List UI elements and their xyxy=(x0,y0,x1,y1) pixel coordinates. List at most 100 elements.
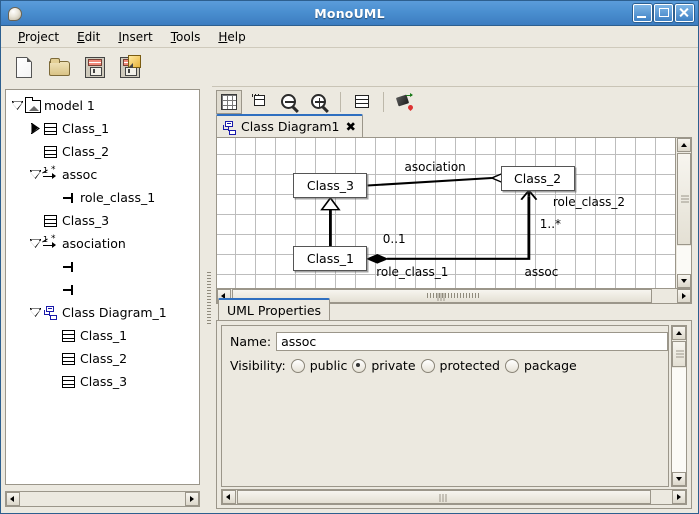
toolbar-separator-1 xyxy=(340,92,341,112)
tree-item-label: Class_2 xyxy=(80,351,128,366)
tree-item[interactable]: Class_2 xyxy=(6,347,199,370)
tree-item[interactable]: 1*asociation xyxy=(6,232,199,255)
diagram-canvas[interactable]: Class_3 Class_2 Class_1 asociation role_cla… xyxy=(217,138,675,288)
visibility-public-radio[interactable] xyxy=(290,358,305,373)
role-icon xyxy=(60,281,77,298)
class-icon xyxy=(60,373,77,390)
menu-tools[interactable]: Tools xyxy=(162,28,210,46)
tree-item-label: assoc xyxy=(62,167,98,182)
visibility-private-radio[interactable] xyxy=(352,358,367,373)
tree-scroll-right[interactable] xyxy=(185,492,199,506)
tab-class-diagram1[interactable]: Class Diagram1 ✖ xyxy=(216,114,363,137)
menu-project-rest: roject xyxy=(25,29,60,44)
properties-form: Name: assoc Visibility: public private p… xyxy=(221,325,669,487)
tree-twisty-right-icon[interactable] xyxy=(28,117,42,140)
tab-uml-properties[interactable]: UML Properties xyxy=(218,298,331,321)
tab-close-icon[interactable]: ✖ xyxy=(345,119,355,134)
minimize-button[interactable] xyxy=(633,4,652,22)
tree-item[interactable]: Class_3 xyxy=(6,209,199,232)
tree-item[interactable]: Class_1 xyxy=(6,117,199,140)
visibility-package-label: package xyxy=(523,358,577,373)
properties-hscrollbar[interactable] xyxy=(221,489,687,505)
grid-icon[interactable] xyxy=(216,90,242,114)
canvas-scroll-down[interactable] xyxy=(676,274,691,288)
diagram-label: role_class_2 xyxy=(552,194,626,209)
class-icon xyxy=(42,143,59,160)
add-class-icon[interactable] xyxy=(246,90,272,114)
list-icon[interactable] xyxy=(349,90,375,114)
menu-help[interactable]: Help xyxy=(209,28,254,46)
tree-item[interactable]: role_class_1 xyxy=(6,186,199,209)
canvas-vscroll-thumb[interactable] xyxy=(676,153,691,245)
visibility-label: Visibility: xyxy=(230,358,286,373)
tree-twisty-down-icon[interactable] xyxy=(10,94,24,117)
new-file-icon[interactable] xyxy=(11,54,37,80)
tree-twisty-down-icon[interactable] xyxy=(28,163,42,186)
properties-hscroll-thumb[interactable] xyxy=(237,490,651,504)
uml-class-box[interactable]: Class_1 xyxy=(293,246,368,272)
visibility-private-label: private xyxy=(371,358,416,373)
menu-edit[interactable]: Edit xyxy=(68,28,109,46)
tree-item-label: Class_1 xyxy=(62,121,110,136)
properties-vscrollbar[interactable] xyxy=(671,325,687,487)
save-as-icon[interactable] xyxy=(116,54,142,80)
visibility-package-radio[interactable] xyxy=(504,358,519,373)
tree-item[interactable] xyxy=(6,255,199,278)
uml-class-box[interactable]: Class_2 xyxy=(500,165,575,191)
open-folder-icon[interactable] xyxy=(46,54,72,80)
role-icon xyxy=(60,189,77,206)
diagram-label: assoc xyxy=(524,264,559,279)
save-icon[interactable] xyxy=(81,54,107,80)
properties-scroll-left[interactable] xyxy=(222,490,236,504)
tree-item[interactable]: Class_1 xyxy=(6,324,199,347)
class-icon xyxy=(42,212,59,229)
canvas-vscroll-track[interactable] xyxy=(676,246,691,274)
properties-vscroll-track[interactable] xyxy=(672,368,686,472)
class-icon xyxy=(60,350,77,367)
class-icon xyxy=(42,120,59,137)
model-tree-pane: model 1Class_1Class_21*assocrole_class_1… xyxy=(1,85,206,513)
diagram-icon xyxy=(221,119,236,135)
tree-item[interactable]: Class_2 xyxy=(6,140,199,163)
monouml-window: MonoUML Project Edit Insert Tools Help m… xyxy=(0,0,699,514)
tree-item-label: Class_1 xyxy=(80,328,128,343)
fill-color-icon[interactable] xyxy=(392,90,418,114)
tree-item[interactable] xyxy=(6,278,199,301)
canvas-vscrollbar[interactable] xyxy=(675,138,691,288)
model-tree[interactable]: model 1Class_1Class_21*assocrole_class_1… xyxy=(5,89,200,485)
tree-scroll-left[interactable] xyxy=(6,492,20,506)
tree-item[interactable]: 1*assoc xyxy=(6,163,199,186)
app-icon xyxy=(5,4,23,22)
tree-twisty-down-icon[interactable] xyxy=(28,232,42,255)
tree-item[interactable]: model 1 xyxy=(6,94,199,117)
properties-scroll-up[interactable] xyxy=(672,326,686,340)
properties-vscroll-thumb[interactable] xyxy=(672,341,686,367)
zoom-in-icon[interactable] xyxy=(306,90,332,114)
tree-item-label: role_class_1 xyxy=(80,190,156,205)
diagram-label: role_class_1 xyxy=(376,264,449,279)
menu-project[interactable]: Project xyxy=(9,28,68,46)
uml-class-name: Class_1 xyxy=(306,251,354,267)
association-icon: 1* xyxy=(42,166,59,183)
visibility-public-label: public xyxy=(309,358,348,373)
canvas-scroll-up[interactable] xyxy=(676,138,691,152)
close-button[interactable] xyxy=(675,4,694,22)
zoom-out-icon[interactable] xyxy=(276,90,302,114)
tree-item[interactable]: Class_3 xyxy=(6,370,199,393)
uml-class-box[interactable]: Class_3 xyxy=(293,173,368,198)
menu-insert[interactable]: Insert xyxy=(109,28,161,46)
tree-item-label: Class_2 xyxy=(62,144,110,159)
visibility-protected-radio[interactable] xyxy=(420,358,435,373)
properties-scroll-down[interactable] xyxy=(672,472,686,486)
visibility-protected-label: protected xyxy=(439,358,500,373)
tree-item[interactable]: Class Diagram_1 xyxy=(6,301,199,324)
properties-scroll-right[interactable] xyxy=(672,490,686,504)
tree-twisty-down-icon[interactable] xyxy=(28,301,42,324)
role-icon xyxy=(60,258,77,275)
name-field[interactable]: assoc xyxy=(276,332,668,351)
maximize-button[interactable] xyxy=(654,4,673,22)
toolbar-separator-2 xyxy=(383,92,384,112)
tree-hscrollbar[interactable] xyxy=(5,491,200,507)
properties-panel: UML Properties Name: assoc Visibility: p… xyxy=(216,298,692,509)
